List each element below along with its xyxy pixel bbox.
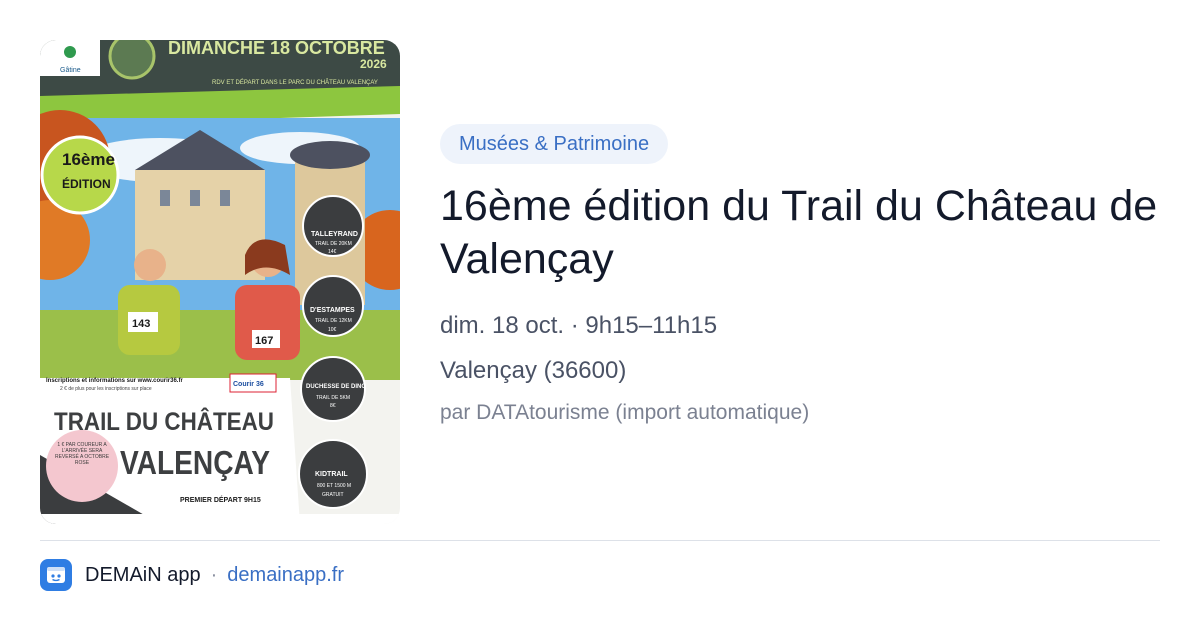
course-distance: 800 ET 1500 M (317, 483, 351, 489)
event-location: Valençay (36600) (440, 357, 627, 384)
edition-number: 16ème (62, 150, 115, 169)
course-duchesse: DUCHESSE DE DINO TRAIL DE 5KM 8€ (300, 356, 366, 422)
bib-143: 143 (132, 318, 150, 330)
inscriptions-text: Inscriptions et informations sur www.cou… (46, 378, 183, 384)
footer-separator: · (210, 563, 218, 586)
inscriptions-sub: 2 € de plus pour les inscriptions sur pl… (60, 386, 152, 392)
logo-text: Gâtine (60, 67, 81, 74)
course-distance: TRAIL DE 12KM (315, 318, 352, 324)
app-name: DEMAiN app (85, 563, 201, 586)
course-talleyrand: TALLEYRAND TRAIL DE 20KM 14€ (302, 195, 364, 257)
course-name: DUCHESSE DE DINO (306, 384, 366, 390)
course-price: 14€ (328, 249, 337, 255)
course-kidtrail: KIDTRAIL 800 ET 1500 M GRATUIT (298, 439, 368, 509)
course-price: GRATUIT (322, 492, 344, 498)
course-price: 8€ (330, 403, 336, 409)
charity-text: 1 € PAR COUREUR A L'ARRIVÉE SERA REVERSÉ… (54, 442, 110, 466)
rdv-text: RDV ET DÉPART DANS LE PARC DU CHÂTEAU VA… (212, 79, 378, 86)
event-poster-image[interactable]: Gâtine DIMANCHE 18 OCTOBRE 2026 RDV ET D… (40, 40, 400, 524)
course-name: TALLEYRAND (311, 231, 358, 238)
category-badge[interactable]: Musées & Patrimoine (440, 124, 669, 164)
footer-divider (40, 540, 1160, 541)
charity-note: 1 € PAR COUREUR A L'ARRIVÉE SERA REVERSÉ… (46, 430, 118, 502)
app-domain-link[interactable]: demainapp.fr (227, 564, 344, 587)
courir36-logo: Courir 36 (229, 373, 277, 393)
first-start-text: PREMIER DÉPART 9H15 (180, 495, 261, 504)
poster-title-line2: VALENÇAY (120, 444, 270, 481)
course-destampes: D'ESTAMPES TRAIL DE 12KM 10€ (302, 275, 364, 337)
event-title[interactable]: 16ème édition du Trail du Château de Val… (440, 180, 1160, 286)
event-date-time: dim. 18 oct. · 9h15–11h15 (440, 312, 718, 339)
bib-167: 167 (255, 335, 273, 347)
edition-badge: 16ème ÉDITION (40, 135, 120, 215)
year-text: 2026 (360, 57, 387, 71)
edition-word: ÉDITION (62, 176, 111, 191)
course-distance: TRAIL DE 5KM (316, 395, 350, 401)
event-source: par DATAtourisme (import automatique) (440, 401, 810, 424)
course-name: KIDTRAIL (315, 471, 348, 478)
date-banner: DIMANCHE 18 OCTOBRE (168, 40, 385, 58)
course-name: D'ESTAMPES (310, 307, 355, 314)
footer: DEMAiN app · demainapp.fr (40, 558, 344, 592)
svg-text:Courir 36: Courir 36 (233, 381, 264, 388)
course-distance: TRAIL DE 20KM (315, 241, 352, 247)
course-price: 10€ (328, 327, 337, 333)
app-logo-icon (40, 559, 72, 591)
